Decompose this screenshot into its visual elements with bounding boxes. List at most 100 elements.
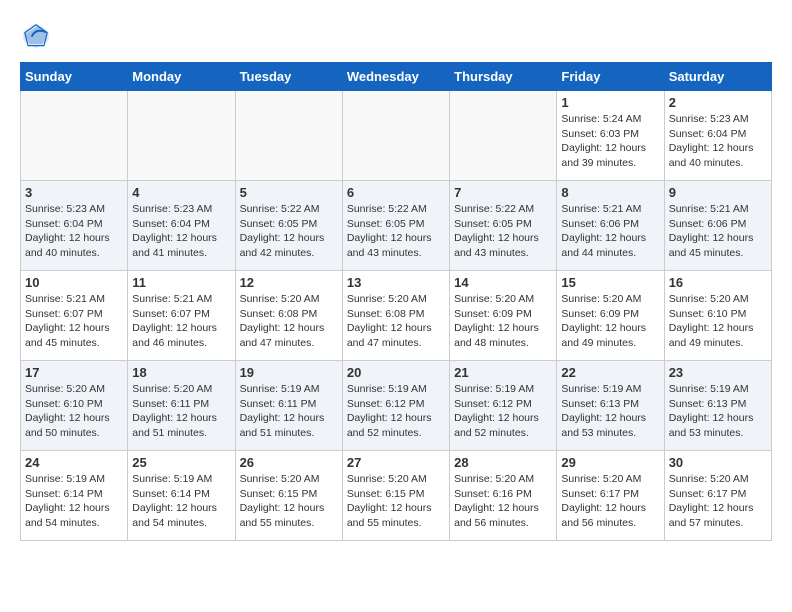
day-info: Sunrise: 5:20 AM Sunset: 6:09 PM Dayligh… [454,292,552,351]
day-info: Sunrise: 5:22 AM Sunset: 6:05 PM Dayligh… [240,202,338,261]
day-number: 4 [132,185,230,200]
calendar-cell: 14 Sunrise: 5:20 AM Sunset: 6:09 PM Dayli… [450,271,557,361]
day-number: 13 [347,275,445,290]
day-info: Sunrise: 5:20 AM Sunset: 6:08 PM Dayligh… [240,292,338,351]
calendar-cell: 26 Sunrise: 5:20 AM Sunset: 6:15 PM Dayli… [235,451,342,541]
day-number: 23 [669,365,767,380]
day-info: Sunrise: 5:20 AM Sunset: 6:11 PM Dayligh… [132,382,230,441]
day-info: Sunrise: 5:20 AM Sunset: 6:16 PM Dayligh… [454,472,552,531]
weekday-header-monday: Monday [128,63,235,91]
day-info: Sunrise: 5:21 AM Sunset: 6:06 PM Dayligh… [669,202,767,261]
day-info: Sunrise: 5:19 AM Sunset: 6:11 PM Dayligh… [240,382,338,441]
weekday-header-wednesday: Wednesday [342,63,449,91]
weekday-header-tuesday: Tuesday [235,63,342,91]
day-info: Sunrise: 5:21 AM Sunset: 6:06 PM Dayligh… [561,202,659,261]
calendar-cell: 24 Sunrise: 5:19 AM Sunset: 6:14 PM Dayli… [21,451,128,541]
day-number: 9 [669,185,767,200]
day-number: 15 [561,275,659,290]
day-info: Sunrise: 5:23 AM Sunset: 6:04 PM Dayligh… [132,202,230,261]
logo-icon [20,20,52,52]
day-number: 7 [454,185,552,200]
day-number: 27 [347,455,445,470]
day-info: Sunrise: 5:20 AM Sunset: 6:08 PM Dayligh… [347,292,445,351]
logo [20,20,56,52]
calendar-cell: 5 Sunrise: 5:22 AM Sunset: 6:05 PM Daylig… [235,181,342,271]
day-number: 30 [669,455,767,470]
calendar-cell: 10 Sunrise: 5:21 AM Sunset: 6:07 PM Dayli… [21,271,128,361]
calendar-cell: 9 Sunrise: 5:21 AM Sunset: 6:06 PM Daylig… [664,181,771,271]
calendar-cell: 25 Sunrise: 5:19 AM Sunset: 6:14 PM Dayli… [128,451,235,541]
page-header [20,20,772,52]
day-number: 12 [240,275,338,290]
day-number: 8 [561,185,659,200]
day-info: Sunrise: 5:20 AM Sunset: 6:15 PM Dayligh… [240,472,338,531]
calendar-cell [21,91,128,181]
day-info: Sunrise: 5:20 AM Sunset: 6:17 PM Dayligh… [669,472,767,531]
day-info: Sunrise: 5:23 AM Sunset: 6:04 PM Dayligh… [669,112,767,171]
day-info: Sunrise: 5:24 AM Sunset: 6:03 PM Dayligh… [561,112,659,171]
calendar-cell: 16 Sunrise: 5:20 AM Sunset: 6:10 PM Dayli… [664,271,771,361]
day-number: 20 [347,365,445,380]
calendar-cell: 11 Sunrise: 5:21 AM Sunset: 6:07 PM Dayli… [128,271,235,361]
day-info: Sunrise: 5:19 AM Sunset: 6:14 PM Dayligh… [132,472,230,531]
calendar-cell: 15 Sunrise: 5:20 AM Sunset: 6:09 PM Dayli… [557,271,664,361]
calendar-cell: 22 Sunrise: 5:19 AM Sunset: 6:13 PM Dayli… [557,361,664,451]
day-info: Sunrise: 5:19 AM Sunset: 6:13 PM Dayligh… [669,382,767,441]
day-number: 19 [240,365,338,380]
day-number: 14 [454,275,552,290]
weekday-header-thursday: Thursday [450,63,557,91]
day-info: Sunrise: 5:21 AM Sunset: 6:07 PM Dayligh… [132,292,230,351]
calendar-cell: 17 Sunrise: 5:20 AM Sunset: 6:10 PM Dayli… [21,361,128,451]
day-info: Sunrise: 5:20 AM Sunset: 6:10 PM Dayligh… [669,292,767,351]
calendar-cell: 6 Sunrise: 5:22 AM Sunset: 6:05 PM Daylig… [342,181,449,271]
day-number: 18 [132,365,230,380]
day-info: Sunrise: 5:20 AM Sunset: 6:10 PM Dayligh… [25,382,123,441]
calendar-cell: 28 Sunrise: 5:20 AM Sunset: 6:16 PM Dayli… [450,451,557,541]
calendar-cell: 19 Sunrise: 5:19 AM Sunset: 6:11 PM Dayli… [235,361,342,451]
day-number: 16 [669,275,767,290]
calendar-cell: 21Sunrise: 5:19 AM Sunset: 6:12 PM Dayli… [450,361,557,451]
day-number: 29 [561,455,659,470]
day-number: 5 [240,185,338,200]
calendar-cell: 27 Sunrise: 5:20 AM Sunset: 6:15 PM Dayli… [342,451,449,541]
day-number: 10 [25,275,123,290]
calendar-cell: 12 Sunrise: 5:20 AM Sunset: 6:08 PM Dayli… [235,271,342,361]
calendar-cell: 7Sunrise: 5:22 AM Sunset: 6:05 PM Daylig… [450,181,557,271]
calendar-table: SundayMondayTuesdayWednesdayThursdayFrid… [20,62,772,541]
day-number: 26 [240,455,338,470]
calendar-cell: 8 Sunrise: 5:21 AM Sunset: 6:06 PM Daylig… [557,181,664,271]
day-info: Sunrise: 5:20 AM Sunset: 6:09 PM Dayligh… [561,292,659,351]
day-info: Sunrise: 5:21 AM Sunset: 6:07 PM Dayligh… [25,292,123,351]
day-info: Sunrise: 5:19 AM Sunset: 6:12 PM Dayligh… [454,382,552,441]
calendar-cell [235,91,342,181]
calendar-cell: 23 Sunrise: 5:19 AM Sunset: 6:13 PM Dayli… [664,361,771,451]
day-info: Sunrise: 5:19 AM Sunset: 6:14 PM Dayligh… [25,472,123,531]
day-number: 11 [132,275,230,290]
calendar-cell: 3 Sunrise: 5:23 AM Sunset: 6:04 PM Daylig… [21,181,128,271]
day-number: 25 [132,455,230,470]
day-info: Sunrise: 5:22 AM Sunset: 6:05 PM Dayligh… [347,202,445,261]
calendar-cell: 20 Sunrise: 5:19 AM Sunset: 6:12 PM Dayli… [342,361,449,451]
day-number: 3 [25,185,123,200]
day-number: 2 [669,95,767,110]
day-info: Sunrise: 5:20 AM Sunset: 6:17 PM Dayligh… [561,472,659,531]
day-info: Sunrise: 5:20 AM Sunset: 6:15 PM Dayligh… [347,472,445,531]
day-number: 1 [561,95,659,110]
weekday-header-friday: Friday [557,63,664,91]
weekday-header-saturday: Saturday [664,63,771,91]
day-number: 24 [25,455,123,470]
weekday-header-sunday: Sunday [21,63,128,91]
day-number: 22 [561,365,659,380]
day-number: 28 [454,455,552,470]
calendar-cell [342,91,449,181]
day-info: Sunrise: 5:19 AM Sunset: 6:12 PM Dayligh… [347,382,445,441]
calendar-cell: 13 Sunrise: 5:20 AM Sunset: 6:08 PM Dayli… [342,271,449,361]
day-number: 6 [347,185,445,200]
calendar-cell: 1 Sunrise: 5:24 AM Sunset: 6:03 PM Daylig… [557,91,664,181]
day-info: Sunrise: 5:19 AM Sunset: 6:13 PM Dayligh… [561,382,659,441]
calendar-cell: 4 Sunrise: 5:23 AM Sunset: 6:04 PM Daylig… [128,181,235,271]
day-number: 17 [25,365,123,380]
calendar-cell: 18 Sunrise: 5:20 AM Sunset: 6:11 PM Dayli… [128,361,235,451]
day-info: Sunrise: 5:23 AM Sunset: 6:04 PM Dayligh… [25,202,123,261]
calendar-cell: 30 Sunrise: 5:20 AM Sunset: 6:17 PM Dayli… [664,451,771,541]
